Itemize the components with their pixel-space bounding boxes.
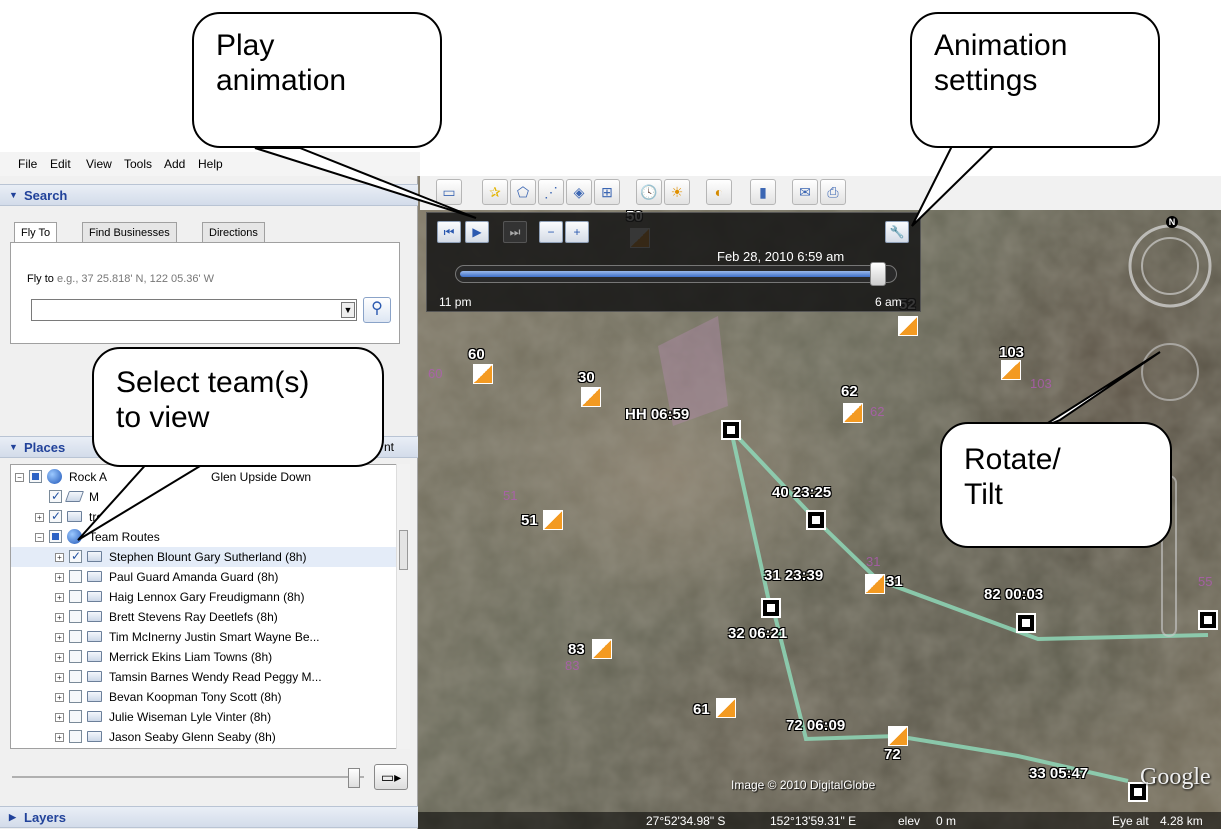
callout-pointer-rotate (1039, 351, 1161, 429)
callout-pointer-play (254, 147, 477, 219)
callout-select-teams: Select team(s) to view (92, 347, 384, 467)
callout-pointer-select (77, 459, 214, 541)
callout-rotate-tilt: Rotate/ Tilt (940, 422, 1172, 548)
callout-play-animation: Play animation (192, 12, 442, 148)
screenshot-root: 60 60 30 62 62 103 103 51 51 83 83 61 72… (0, 0, 1221, 829)
callout-animation-settings: Animation settings (910, 12, 1160, 148)
